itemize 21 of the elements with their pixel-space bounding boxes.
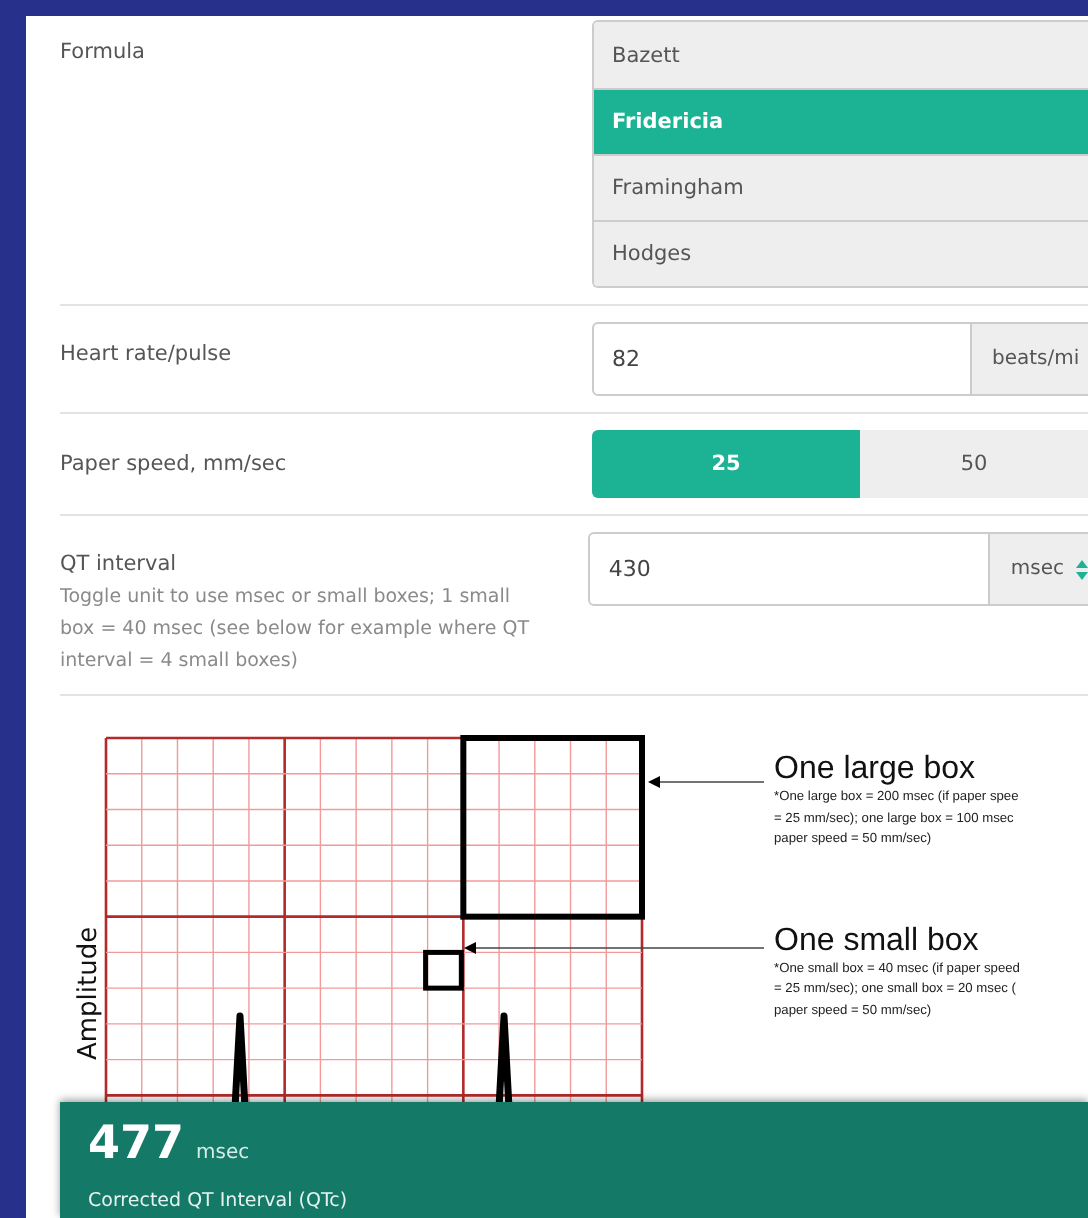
toggle-icon[interactable] — [1076, 559, 1088, 579]
field-label: Paper speed, mm/sec — [60, 450, 289, 478]
result-value: 477 — [88, 1118, 185, 1170]
result-label: Corrected QT Interval (QTc) — [88, 1190, 350, 1214]
axis-label: Amplitude — [74, 926, 104, 1060]
unit-addon[interactable]: beats/mi — [972, 322, 1088, 396]
formula-option[interactable]: Framingham — [594, 154, 1088, 220]
callout-title: One large box — [774, 752, 978, 788]
hint-text: Toggle unit to use msec or small boxes; 1 small box = 40 msec (see below for example where QT interval = 4 small boxes) — [60, 584, 532, 676]
paper-speed-option[interactable]: 50 — [860, 430, 1088, 498]
callout-title: One small box — [774, 923, 981, 959]
unit-addon[interactable]: msec — [990, 532, 1088, 606]
field-label: Heart rate/pulse — [60, 340, 234, 368]
formula-option[interactable]: Hodges — [594, 220, 1088, 286]
field-label: QT interval — [60, 550, 179, 578]
formula-option[interactable]: Bazett — [594, 22, 1088, 88]
result-unit: msec — [196, 1142, 250, 1164]
field-label: Formula — [60, 38, 147, 66]
input-field[interactable]: 82 — [592, 322, 972, 396]
input-field[interactable]: 430 — [588, 532, 991, 606]
arrow — [648, 776, 765, 788]
